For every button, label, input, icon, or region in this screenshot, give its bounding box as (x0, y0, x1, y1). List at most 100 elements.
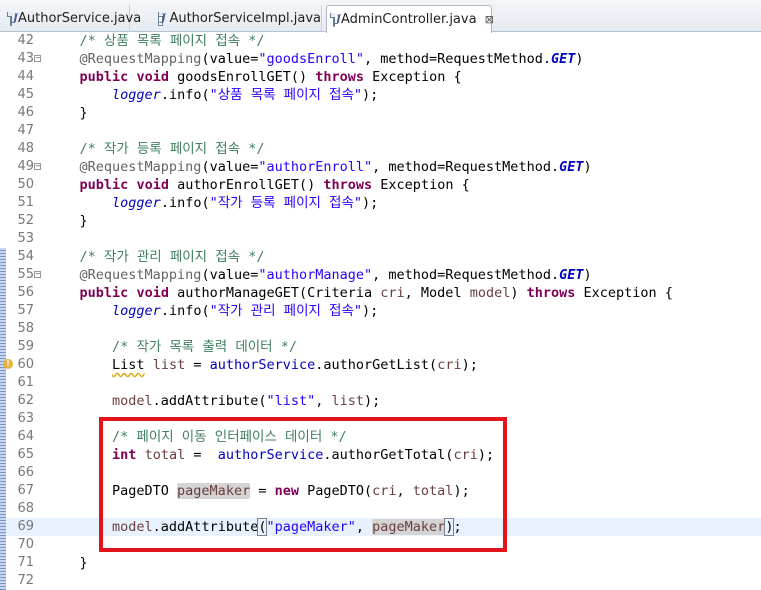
code-content[interactable]: } (47, 212, 88, 230)
code-line[interactable]: 45 logger.info("상품 목록 페이지 접속"); (0, 86, 761, 104)
code-text: .info( (160, 303, 210, 319)
code-text: ) (583, 159, 592, 175)
code-line[interactable]: 47 (0, 122, 761, 140)
code-content[interactable]: logger.info("상품 목록 페이지 접속"); (47, 86, 378, 104)
code-text: , (315, 393, 332, 409)
code-text: authorManageGET(Criteria (168, 285, 381, 301)
line-number: 45 (17, 87, 34, 102)
code-text: , method=RequestMethod. (372, 159, 560, 175)
code-text: (value= (201, 51, 259, 67)
line-number: 69 (17, 519, 34, 534)
code-text: } (47, 213, 88, 229)
line-number: 51 (17, 195, 34, 210)
code-line[interactable]: 56 public void authorManageGET(Criteria … (0, 284, 761, 302)
code-line[interactable]: 49− @RequestMapping(value="authorEnroll"… (0, 158, 761, 176)
line-number: 71 (17, 555, 34, 570)
code-content[interactable]: logger.info("작가 관리 페이지 접속"); (47, 302, 378, 320)
line-number: 70 (17, 537, 34, 552)
code-content[interactable]: public void goodsEnrollGET() throws Exce… (47, 68, 462, 86)
code-content[interactable]: /* 작가 등록 페이지 접속 */ (47, 140, 265, 158)
warning-token: List (112, 357, 145, 373)
string-literal: "작가 관리 페이지 접속" (209, 303, 363, 319)
fold-toggle-icon[interactable]: − (34, 163, 41, 170)
tab-authorservice[interactable]: J AuthorService.java (4, 5, 141, 32)
comment: /* 상품 목록 페이지 접속 */ (79, 33, 265, 49)
code-line[interactable]: 48 /* 작가 등록 페이지 접속 */ (0, 140, 761, 158)
code-line[interactable]: 55− @RequestMapping(value="authorManage"… (0, 266, 761, 284)
tab-label: AuthorServiceImpl.java (169, 11, 321, 26)
code-content[interactable]: } (47, 554, 88, 572)
code-content[interactable]: /* 작가 목록 출력 데이터 */ (47, 338, 297, 356)
code-content[interactable]: @RequestMapping(value="authorManage", me… (47, 266, 592, 284)
code-text: Exception { (364, 69, 462, 85)
code-line[interactable]: 53 (0, 230, 761, 248)
code-line[interactable]: 51 logger.info("작가 등록 페이지 접속"); (0, 194, 761, 212)
annotation: @RequestMapping (79, 51, 202, 67)
code-content[interactable]: public void authorManageGET(Criteria cri… (47, 284, 673, 302)
code-line[interactable]: 43− @RequestMapping(value="goodsEnroll",… (0, 50, 761, 68)
keyword: throws (323, 177, 373, 193)
keyword: public (79, 285, 129, 301)
constant: GET (559, 267, 584, 283)
change-ruler-marker (0, 392, 6, 410)
code-line[interactable]: 52 } (0, 212, 761, 230)
editor-tab-bar: J AuthorService.java J AuthorServiceImpl… (0, 0, 761, 33)
code-line[interactable]: 58 (0, 320, 761, 338)
tab-authorserviceimpl[interactable]: J AuthorServiceImpl.java (152, 5, 322, 32)
line-number: 50 (17, 177, 34, 192)
code-content[interactable]: @RequestMapping(value="authorEnroll", me… (47, 158, 592, 176)
code-content[interactable]: /* 상품 목록 페이지 접속 */ (47, 32, 265, 50)
code-line[interactable]: 72 (0, 572, 761, 590)
code-line[interactable]: 59 /* 작가 목록 출력 데이터 */ (0, 338, 761, 356)
code-text: = (185, 357, 210, 373)
line-number: 47 (17, 123, 34, 138)
java-file-icon: J (330, 12, 341, 27)
code-line[interactable]: 46 } (0, 104, 761, 122)
fold-toggle-icon[interactable]: − (34, 271, 41, 278)
annotation: @RequestMapping (79, 159, 202, 175)
change-ruler-marker (0, 410, 6, 428)
change-ruler-marker (0, 374, 6, 392)
code-line[interactable]: 61 (0, 374, 761, 392)
keyword: void (136, 69, 169, 85)
code-content[interactable]: model.addAttribute("list", list); (47, 392, 380, 410)
code-text: ); (364, 393, 381, 409)
code-line[interactable]: 44 public void goodsEnrollGET() throws E… (0, 68, 761, 86)
line-number: 72 (17, 573, 34, 588)
code-line[interactable]: 50 public void authorEnrollGET() throws … (0, 176, 761, 194)
code-content[interactable]: } (47, 104, 88, 122)
code-line[interactable]: 57 logger.info("작가 관리 페이지 접속"); (0, 302, 761, 320)
code-content[interactable]: logger.info("작가 등록 페이지 접속"); (47, 194, 378, 212)
close-tab-icon[interactable]: ⊠ (485, 13, 494, 26)
code-content[interactable]: /* 작가 관리 페이지 접속 */ (47, 248, 265, 266)
code-line[interactable]: 42 /* 상품 목록 페이지 접속 */ (0, 32, 761, 50)
code-text: .info( (160, 195, 210, 211)
fold-toggle-icon[interactable]: − (34, 55, 41, 62)
code-content[interactable]: List list = authorService.authorGetList(… (47, 356, 478, 374)
code-line[interactable]: ! 60 List list = authorService.authorGetL… (0, 356, 761, 374)
code-line[interactable]: 71 } (0, 554, 761, 572)
change-ruler-marker (0, 572, 6, 590)
code-content[interactable]: public void authorEnrollGET() throws Exc… (47, 176, 470, 194)
comment: /* 작가 목록 출력 데이터 */ (112, 339, 297, 355)
line-number: 48 (17, 141, 34, 156)
tab-admincontroller[interactable]: J AdminController.java ⊠ (326, 5, 494, 33)
code-line[interactable]: 62 model.addAttribute("list", list); (0, 392, 761, 410)
code-content[interactable]: @RequestMapping(value="goodsEnroll", met… (47, 50, 584, 68)
string-literal: "authorEnroll" (258, 159, 373, 175)
line-number: 52 (17, 213, 34, 228)
line-number: 61 (17, 375, 34, 390)
tab-label: AdminController.java (341, 12, 477, 27)
string-literal: "authorManage" (258, 267, 373, 283)
change-ruler-marker (0, 302, 6, 320)
code-line[interactable]: 54 /* 작가 관리 페이지 접속 */ (0, 248, 761, 266)
change-ruler-marker (0, 500, 6, 518)
change-ruler-marker (0, 518, 6, 536)
java-file-icon: J (7, 11, 18, 26)
field-ref: authorService (209, 357, 316, 373)
code-text: authorEnrollGET() (168, 177, 324, 193)
